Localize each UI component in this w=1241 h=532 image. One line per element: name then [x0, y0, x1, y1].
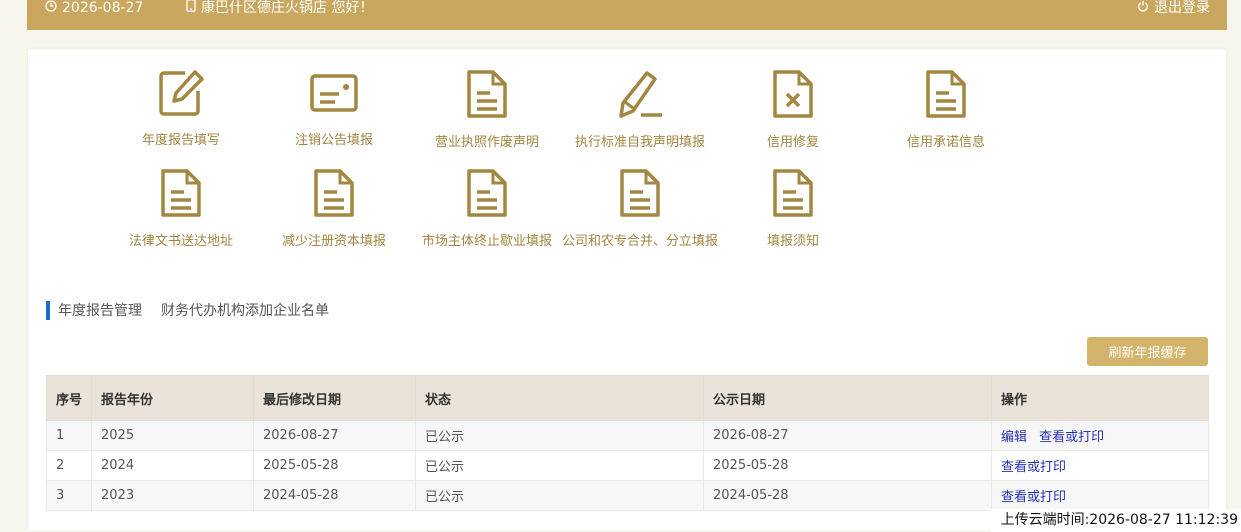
menu-label: 公司和农专合并、分立填报 — [561, 234, 718, 249]
power-icon — [1137, 0, 1149, 17]
logout-label: 退出登录 — [1154, 0, 1210, 16]
column-header: 序号 — [46, 375, 92, 421]
document-icon — [314, 169, 354, 217]
cell-status: 已公示 — [415, 420, 704, 451]
menu-label: 注销公告填报 — [294, 133, 373, 148]
document-icon — [467, 70, 507, 118]
column-header: 公示日期 — [703, 375, 992, 421]
card-icon — [310, 74, 358, 112]
document-icon — [620, 169, 660, 217]
date-display: 2026-08-27 — [45, 0, 143, 16]
menu-credit-repair[interactable]: 信用修复 — [713, 69, 873, 150]
document-icon — [467, 169, 507, 217]
menu-label: 执行标准自我声明填报 — [574, 135, 705, 150]
greeting: 康巴什区德庄火锅店 您好！ — [186, 0, 373, 16]
tab-annual-report-management[interactable]: 年度报告管理 — [58, 300, 142, 320]
table-row: 3 2023 2024-05-28 已公示 2024-05-28 查看或打印 — [46, 480, 1209, 511]
menu-label: 市场主体终止歇业填报 — [421, 234, 552, 249]
pencil-icon — [619, 71, 662, 118]
upload-timestamp: 上传云端时间:2026-08-27 11:12:39 — [991, 509, 1241, 532]
cell-status: 已公示 — [415, 450, 704, 481]
date-text: 2026-08-27 — [62, 0, 144, 16]
cell-modified: 2025-05-28 — [253, 450, 416, 481]
view-print-link[interactable]: 查看或打印 — [1001, 460, 1066, 475]
cell-actions: 查看或打印 — [991, 450, 1209, 481]
menu-standard-declaration[interactable]: 执行标准自我声明填报 — [560, 69, 720, 150]
document-icon — [161, 169, 201, 217]
menu-merger-split[interactable]: 公司和农专合并、分立填报 — [560, 168, 720, 249]
menu-legal-address[interactable]: 法律文书送达地址 — [101, 168, 261, 249]
annual-report-table: 序号 报告年份 最后修改日期 状态 公示日期 操作 1 2025 2026-08… — [46, 375, 1209, 511]
menu-label: 信用修复 — [766, 135, 819, 150]
logout-button[interactable]: 退出登录 — [1137, 0, 1210, 16]
table-header-row: 序号 报告年份 最后修改日期 状态 公示日期 操作 — [46, 375, 1209, 421]
cell-published: 2024-05-28 — [703, 480, 992, 511]
greeting-text: 康巴什区德庄火锅店 您好！ — [201, 0, 374, 16]
column-header: 报告年份 — [91, 375, 254, 421]
table-row: 1 2025 2026-08-27 已公示 2026-08-27 编辑 查看或打… — [46, 420, 1209, 451]
table-row: 2 2024 2025-05-28 已公示 2025-05-28 查看或打印 — [46, 450, 1209, 481]
cell-year: 2023 — [91, 480, 254, 511]
cell-actions: 编辑 查看或打印 — [991, 420, 1209, 451]
menu-credit-commitment[interactable]: 信用承诺信息 — [866, 69, 1026, 150]
menu-label: 减少注册资本填报 — [281, 234, 386, 249]
edit-link[interactable]: 编辑 — [1001, 430, 1027, 445]
view-print-link[interactable]: 查看或打印 — [1001, 490, 1066, 505]
cell-modified: 2026-08-27 — [253, 420, 416, 451]
document-x-icon — [773, 70, 813, 118]
cell-year: 2025 — [91, 420, 254, 451]
cell-status: 已公示 — [415, 480, 704, 511]
clock-icon — [45, 0, 57, 17]
main-panel: 年度报告填写 注销公告填报 营业执照作废声明 执行标准自我声明填报 信用修复 信… — [28, 49, 1226, 531]
cell-no: 1 — [46, 420, 92, 451]
cell-published: 2025-05-28 — [703, 450, 992, 481]
cell-modified: 2024-05-28 — [253, 480, 416, 511]
document-icon — [773, 169, 813, 217]
section-tabs: 年度报告管理 财务代办机构添加企业名单 — [46, 300, 348, 320]
document-icon — [926, 70, 966, 118]
menu-termination[interactable]: 市场主体终止歇业填报 — [407, 168, 567, 249]
menu-label: 营业执照作废声明 — [434, 135, 539, 150]
cell-year: 2024 — [91, 450, 254, 481]
cell-actions: 查看或打印 — [991, 480, 1209, 511]
menu-cancellation-notice[interactable]: 注销公告填报 — [254, 69, 414, 148]
cell-published: 2026-08-27 — [703, 420, 992, 451]
column-header: 最后修改日期 — [253, 375, 416, 421]
view-print-link[interactable]: 查看或打印 — [1039, 430, 1104, 445]
column-header: 状态 — [415, 375, 704, 421]
menu-label: 填报须知 — [766, 234, 819, 249]
menu-label: 信用承诺信息 — [906, 135, 985, 150]
tab-agency-company-list[interactable]: 财务代办机构添加企业名单 — [161, 300, 329, 320]
active-tab-marker — [46, 300, 50, 320]
phone-icon — [186, 0, 196, 17]
menu-filing-notes[interactable]: 填报须知 — [713, 168, 873, 249]
cell-no: 2 — [46, 450, 92, 481]
menu-annual-report[interactable]: 年度报告填写 — [101, 69, 261, 148]
menu-capital-reduction[interactable]: 减少注册资本填报 — [254, 168, 414, 249]
refresh-cache-button[interactable]: 刷新年报缓存 — [1087, 337, 1208, 366]
menu-license-void[interactable]: 营业执照作废声明 — [407, 69, 567, 150]
cell-no: 3 — [46, 480, 92, 511]
edit-icon — [159, 70, 204, 116]
menu-label: 年度报告填写 — [141, 133, 220, 148]
menu-label: 法律文书送达地址 — [128, 234, 233, 249]
top-bar: 2026-08-27 康巴什区德庄火锅店 您好！ 退出登录 — [27, 0, 1227, 30]
column-header: 操作 — [991, 375, 1209, 421]
